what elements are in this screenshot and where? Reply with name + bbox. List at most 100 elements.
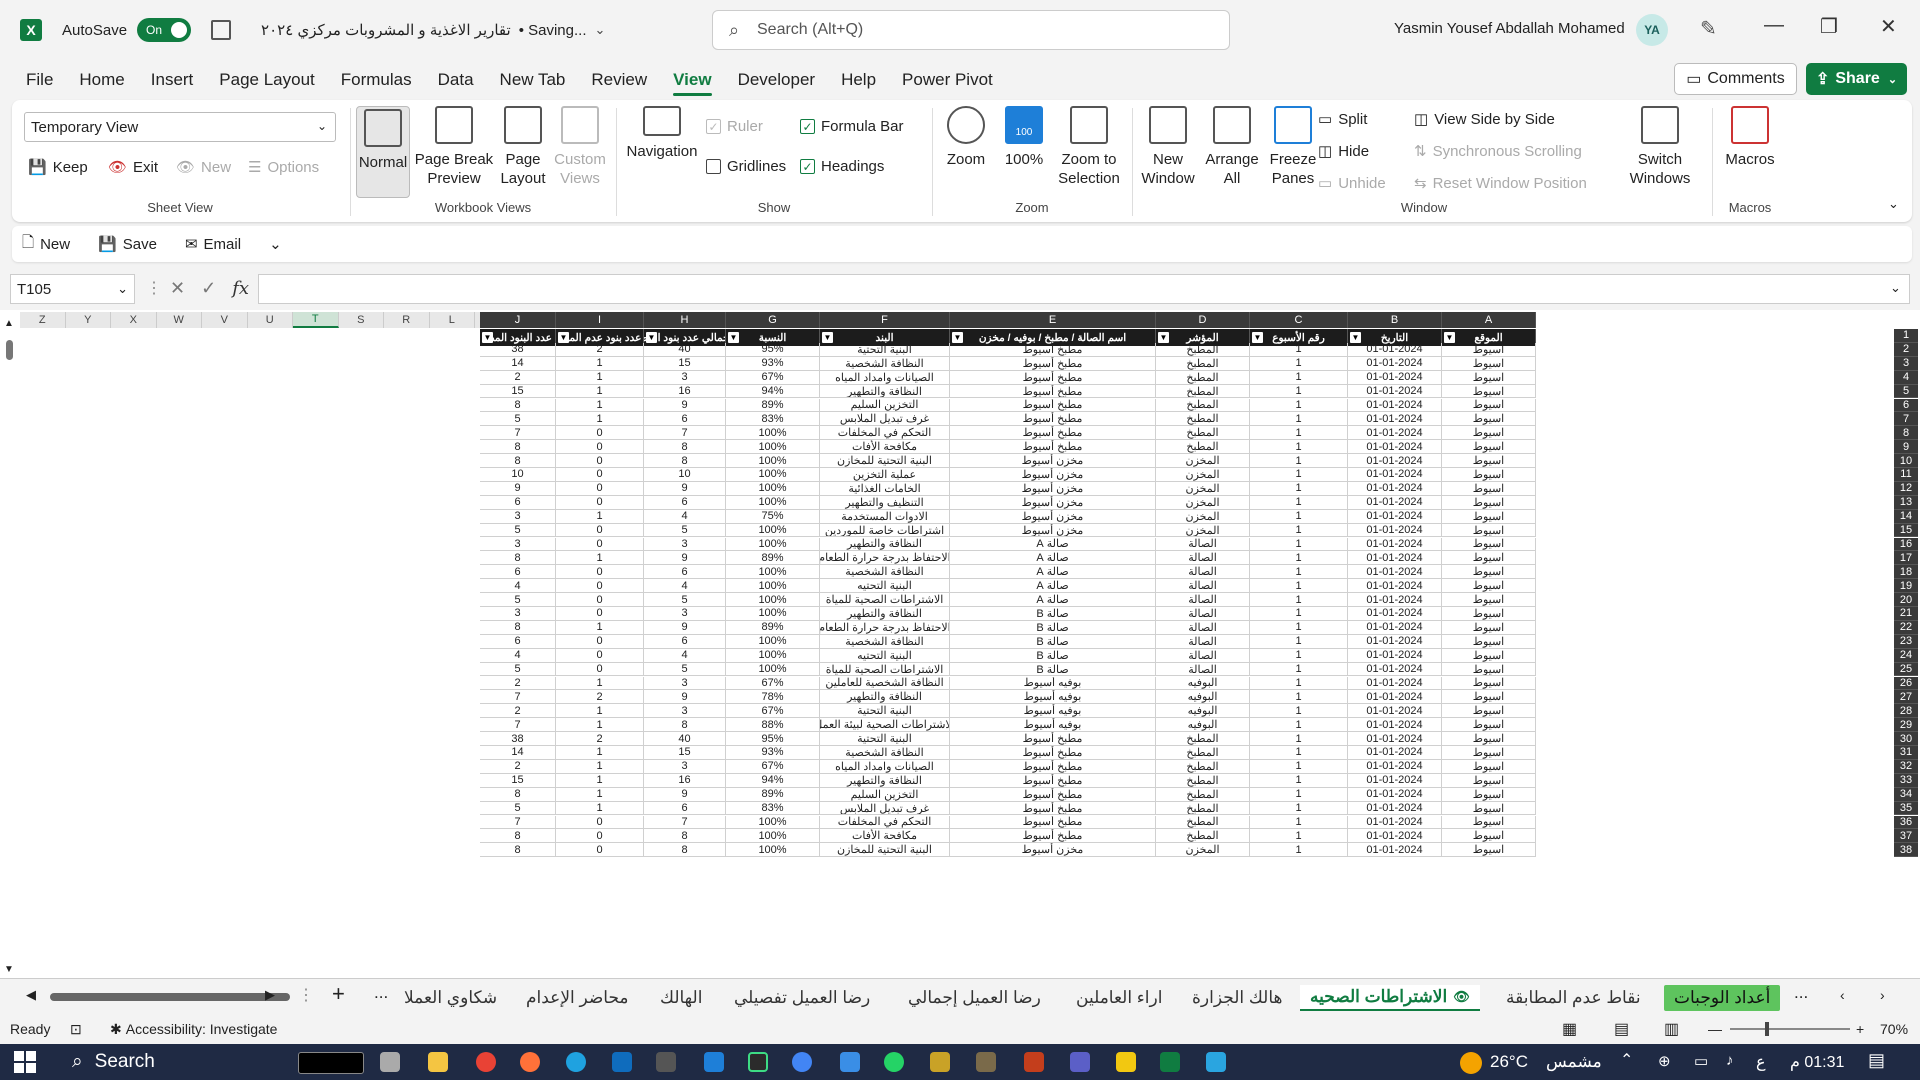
document-title[interactable]: تقارير الاغذية و المشروبات مركزي ٢٠٢٤ (261, 21, 511, 39)
table-cell[interactable]: 01-01-2024 (1348, 523, 1442, 538)
unhide-button[interactable]: ▭ Unhide (1318, 174, 1386, 193)
table-cell[interactable]: 100% (726, 537, 820, 552)
table-cell[interactable]: مطبخ أسيوط (950, 787, 1156, 802)
exit-button[interactable]: 👁 Exit (108, 158, 158, 177)
table-cell[interactable]: 75% (726, 509, 820, 524)
table-cell[interactable]: البوفيه (1156, 676, 1250, 691)
table-cell[interactable]: 100% (726, 634, 820, 649)
table-cell[interactable]: 5 (480, 593, 556, 607)
row-header[interactable]: 8 (1894, 426, 1918, 441)
table-cell[interactable]: 89% (726, 620, 820, 635)
table-cell[interactable]: البوفيه (1156, 718, 1250, 733)
table-cell[interactable]: النظافة والتطهير (820, 607, 950, 621)
table-cell[interactable]: 15 (480, 384, 556, 399)
zoom-100-button[interactable]: 100 100% (1000, 106, 1048, 169)
column-header[interactable]: C (1250, 312, 1348, 328)
table-cell[interactable]: النظافة والتطهير (820, 773, 950, 788)
table-cell[interactable]: 01-01-2024 (1348, 495, 1442, 510)
table-cell[interactable]: بوفيه أسيوط (950, 676, 1156, 691)
table-cell[interactable]: 01-01-2024 (1348, 787, 1442, 802)
table-cell[interactable]: 0 (556, 468, 644, 482)
table-cell[interactable]: 3 (644, 676, 726, 691)
synchronous-scrolling-button[interactable]: ⇅ Synchronous Scrolling (1414, 142, 1582, 161)
table-cell[interactable]: المطبخ (1156, 398, 1250, 413)
weather-temp[interactable]: 26°C (1490, 1052, 1528, 1072)
table-cell[interactable]: 1 (1250, 454, 1348, 468)
column-header[interactable]: W (156, 312, 202, 328)
table-cell[interactable]: المطبخ (1156, 746, 1250, 760)
table-cell[interactable]: 0 (556, 662, 644, 677)
table-cell[interactable]: 01-01-2024 (1348, 384, 1442, 399)
weather-label[interactable]: مشمس (1546, 1052, 1602, 1072)
table-cell[interactable]: 0 (556, 648, 644, 663)
zoom-level[interactable]: 70% (1880, 1021, 1908, 1037)
table-cell[interactable]: 01-01-2024 (1348, 718, 1442, 733)
table-cell[interactable]: التنظيف والتطهير (820, 495, 950, 510)
table-cell[interactable]: 89% (726, 787, 820, 802)
table-cell[interactable]: 15 (644, 356, 726, 371)
table-cell[interactable]: 1 (556, 801, 644, 816)
table-cell[interactable]: النظافة الشخصية (820, 565, 950, 580)
table-cell[interactable]: 0 (556, 579, 644, 594)
table-cell[interactable]: اسيوط (1442, 356, 1536, 371)
row-header[interactable]: 31 (1894, 746, 1918, 760)
sheet-tab[interactable]: رضا العميل تفصيلي (724, 985, 880, 1011)
table-cell[interactable]: بوفيه أسيوط (950, 718, 1156, 733)
table-cell[interactable]: 1 (556, 704, 644, 719)
table-cell[interactable]: 5 (644, 662, 726, 677)
table-cell[interactable]: 94% (726, 384, 820, 399)
table-cell[interactable]: 1 (1250, 565, 1348, 580)
table-cell[interactable]: 38 (480, 342, 556, 357)
table-cell[interactable]: 100% (726, 523, 820, 538)
table-cell[interactable]: 9 (644, 787, 726, 802)
table-cell[interactable]: اسيوط (1442, 718, 1536, 733)
table-cell[interactable]: مخزن أسيوط (950, 454, 1156, 468)
table-cell[interactable]: مطبخ أسيوط (950, 426, 1156, 441)
table-cell[interactable]: 1 (556, 412, 644, 427)
table-cell[interactable]: 5 (480, 662, 556, 677)
table-cell[interactable]: اسيوط (1442, 495, 1536, 510)
table-cell[interactable]: اسيوط (1442, 384, 1536, 399)
table-cell[interactable]: 01-01-2024 (1348, 634, 1442, 649)
table-cell[interactable]: المطبخ (1156, 440, 1250, 455)
zoom-slider-thumb[interactable] (1765, 1022, 1769, 1036)
table-cell[interactable]: عملية التخزين (820, 468, 950, 482)
table-cell[interactable]: مطبخ أسيوط (950, 412, 1156, 427)
table-cell[interactable]: 1 (1250, 579, 1348, 594)
table-cell[interactable]: 100% (726, 468, 820, 482)
pen-icon[interactable]: ✎ (1700, 16, 1717, 41)
table-cell[interactable]: البوفيه (1156, 704, 1250, 719)
table-cell[interactable]: اسيوط (1442, 746, 1536, 760)
table-cell[interactable]: 40 (644, 342, 726, 357)
table-cell[interactable]: 8 (480, 620, 556, 635)
table-cell[interactable]: 01-01-2024 (1348, 454, 1442, 468)
app-icon[interactable] (976, 1052, 996, 1072)
formula-bar-checkbox[interactable]: ✓ Formula Bar (800, 118, 904, 135)
table-cell[interactable]: 94% (726, 773, 820, 788)
row-header[interactable]: 23 (1894, 634, 1918, 649)
page-break-preview-button[interactable]: Page Break Preview (414, 106, 494, 188)
scroll-thumb[interactable] (50, 993, 290, 1001)
table-cell[interactable]: 6 (480, 495, 556, 510)
table-cell[interactable]: 40 (644, 732, 726, 746)
row-header[interactable]: 2 (1894, 342, 1918, 357)
table-cell[interactable]: 7 (480, 718, 556, 733)
notification-icon[interactable]: ▤ (1868, 1050, 1885, 1071)
table-cell[interactable]: 6 (644, 634, 726, 649)
row-header[interactable]: 35 (1894, 801, 1918, 816)
table-cell[interactable]: البنية التحتيه (820, 648, 950, 663)
row-header[interactable]: 26 (1894, 676, 1918, 691)
row-header[interactable]: 12 (1894, 481, 1918, 496)
row-header[interactable]: 37 (1894, 829, 1918, 844)
scroll-up-icon[interactable]: ▲ (4, 318, 14, 329)
table-cell[interactable]: المخزن (1156, 843, 1250, 858)
table-cell[interactable]: مطبخ أسيوط (950, 746, 1156, 760)
tab-data[interactable]: Data (425, 62, 487, 98)
chevron-up-icon[interactable]: ⌃ (1620, 1050, 1633, 1070)
excel-taskbar-icon[interactable] (1160, 1052, 1180, 1072)
table-cell[interactable]: مطبخ أسيوط (950, 356, 1156, 371)
table-cell[interactable]: اسيوط (1442, 523, 1536, 538)
filter-dropdown-icon[interactable]: ▼ (728, 332, 739, 343)
table-cell[interactable]: صالة A (950, 537, 1156, 552)
headings-checkbox[interactable]: ✓ Headings (800, 158, 884, 175)
